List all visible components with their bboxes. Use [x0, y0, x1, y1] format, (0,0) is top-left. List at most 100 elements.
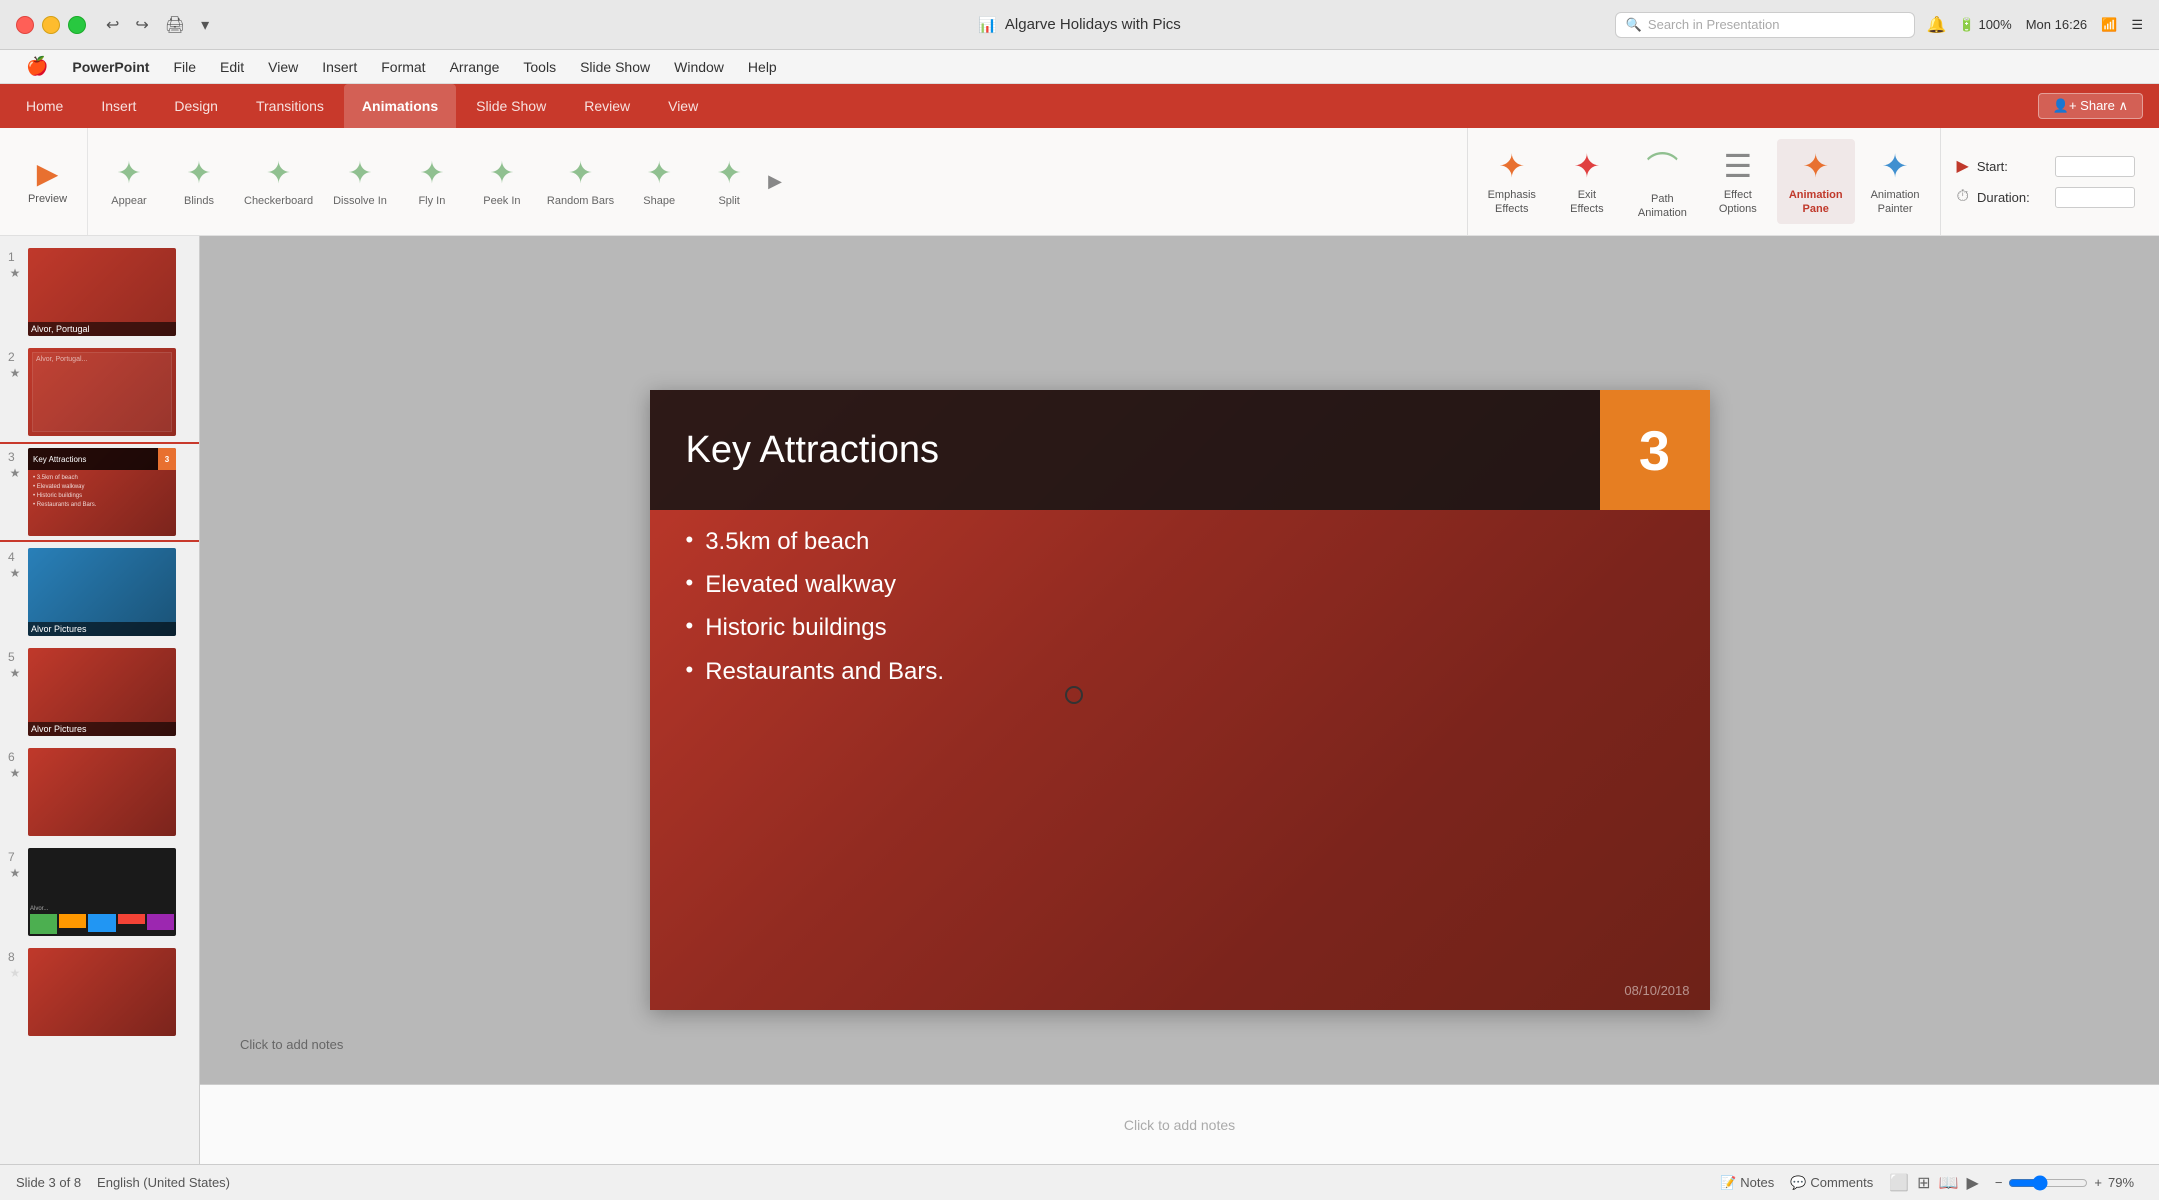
share-button[interactable]: 👤+ Share ∧: [2038, 93, 2143, 119]
language-info: English (United States): [97, 1175, 230, 1190]
zoom-slider[interactable]: [2008, 1175, 2088, 1191]
menu-bar: 🍎 PowerPoint File Edit View Insert Forma…: [0, 50, 2159, 84]
slide-thumb-2[interactable]: Alvor, Portugal...: [28, 348, 176, 436]
effect-options-button[interactable]: ☰ EffectOptions: [1703, 139, 1773, 225]
slide-num-3: 3: [8, 448, 22, 464]
slide-thumb-6[interactable]: [28, 748, 176, 836]
slide-canvas[interactable]: Key Attractions 3 • 3.5km of beach • Ele…: [650, 390, 1710, 1010]
bullet-text-3: Historic buildings: [705, 606, 886, 649]
notes-area[interactable]: Click to add notes: [200, 1084, 2159, 1164]
canvas-area[interactable]: Click to add notes Key Attractions 3 • 3…: [200, 236, 2159, 1164]
play-icon: ▶: [1957, 156, 1969, 176]
bullet-text-4: Restaurants and Bars.: [705, 650, 944, 693]
animations-scroll-right[interactable]: ▶: [764, 167, 786, 196]
slide-title: Key Attractions: [650, 429, 1600, 472]
toolbar-undo-icon[interactable]: ↩: [106, 15, 119, 35]
search-bar-top[interactable]: 🔍 Search in Presentation: [1615, 12, 1915, 38]
bullet-dot-4: •: [686, 650, 694, 690]
menu-tools[interactable]: Tools: [513, 55, 566, 79]
animation-pane-button[interactable]: ✦ AnimationPane: [1777, 139, 1855, 225]
menu-format[interactable]: Format: [371, 55, 435, 79]
tab-transitions[interactable]: Transitions: [238, 84, 342, 128]
animation-painter-button[interactable]: ✦ AnimationPainter: [1859, 139, 1932, 225]
slide-star-5: ★: [10, 666, 21, 680]
slide-star-1: ★: [10, 266, 21, 280]
path-animation-button[interactable]: ⌒ PathAnimation: [1626, 135, 1699, 229]
anim-randombars[interactable]: ✦ Random Bars: [537, 148, 624, 215]
exit-effects-button[interactable]: ✦ ExitEffects: [1552, 139, 1622, 225]
menu-help[interactable]: Help: [738, 55, 787, 79]
normal-view-icon[interactable]: ⬜: [1889, 1173, 1909, 1193]
toolbar-print-icon[interactable]: 🖨: [165, 15, 185, 35]
notifications-icon[interactable]: 🔔: [1927, 15, 1947, 35]
slide-item-8[interactable]: 8 ★: [0, 944, 199, 1040]
slide-sorter-icon[interactable]: ⊞: [1917, 1173, 1930, 1193]
anim-blinds[interactable]: ✦ Blinds: [164, 148, 234, 215]
slide-thumb-3[interactable]: Key Attractions • 3.5km of beach• Elevat…: [28, 448, 176, 536]
zoom-control: − + 79%: [1995, 1175, 2143, 1191]
menu-icon[interactable]: ☰: [2131, 17, 2143, 33]
slide-thumb-5[interactable]: Alvor Pictures: [28, 648, 176, 736]
reading-view-icon[interactable]: 📖: [1939, 1173, 1959, 1193]
slide-item-2[interactable]: 2 ★ Alvor, Portugal...: [0, 344, 199, 440]
toolbar-more-icon[interactable]: ▾: [201, 15, 209, 35]
tab-insert[interactable]: Insert: [83, 84, 154, 128]
notes-placeholder: Click to add notes: [1124, 1117, 1235, 1133]
anim-checkerboard[interactable]: ✦ Checkerboard: [234, 148, 323, 215]
emphasis-effects-button[interactable]: ✦ EmphasisEffects: [1476, 139, 1548, 225]
slide-star-3: ★: [10, 466, 21, 480]
slide-star-6: ★: [10, 766, 21, 780]
animations-row: ✦ Appear ✦ Blinds ✦ Checkerboard ✦ Disso…: [88, 128, 1467, 235]
anim-dissolve[interactable]: ✦ Dissolve In: [323, 148, 397, 215]
close-button[interactable]: [16, 16, 34, 34]
anim-appear[interactable]: ✦ Appear: [94, 148, 164, 215]
menu-file[interactable]: File: [163, 55, 206, 79]
slide-thumb-4[interactable]: Alvor Pictures: [28, 548, 176, 636]
tab-view[interactable]: View: [650, 84, 716, 128]
slide-item-6[interactable]: 6 ★: [0, 744, 199, 840]
menu-insert[interactable]: Insert: [312, 55, 367, 79]
anim-peekin[interactable]: ✦ Peek In: [467, 148, 537, 215]
anim-split[interactable]: ✦ Split: [694, 148, 764, 215]
menu-view[interactable]: View: [258, 55, 308, 79]
status-bar: Slide 3 of 8 English (United States) 📝 N…: [0, 1164, 2159, 1200]
tab-review[interactable]: Review: [566, 84, 648, 128]
duration-label: Duration:: [1977, 190, 2047, 205]
slide-thumb-1[interactable]: Alvor, Portugal: [28, 248, 176, 336]
slide-thumb-7[interactable]: Alvor...: [28, 848, 176, 936]
slide-item-3[interactable]: 3 ★ Key Attractions • 3.5km of beach• El…: [0, 444, 199, 540]
notes-button[interactable]: 📝 Notes: [1720, 1175, 1774, 1191]
menu-window[interactable]: Window: [664, 55, 734, 79]
tab-design[interactable]: Design: [156, 84, 236, 128]
tab-animations[interactable]: Animations: [344, 84, 456, 128]
preview-button[interactable]: ▶ Preview: [22, 153, 73, 210]
slide-item-4[interactable]: 4 ★ Alvor Pictures: [0, 544, 199, 640]
slide-item-5[interactable]: 5 ★ Alvor Pictures: [0, 644, 199, 740]
start-input[interactable]: [2055, 156, 2135, 177]
slide-date: 08/10/2018: [1624, 983, 1689, 998]
zoom-in-icon[interactable]: +: [2094, 1175, 2102, 1190]
menu-arrange[interactable]: Arrange: [440, 55, 510, 79]
menu-edit[interactable]: Edit: [210, 55, 254, 79]
bullet-dot-1: •: [686, 520, 694, 560]
minimize-button[interactable]: [42, 16, 60, 34]
slide-thumb-8[interactable]: [28, 948, 176, 1036]
toolbar-redo-icon[interactable]: ↪: [135, 15, 148, 35]
slide-num-6: 6: [8, 748, 22, 764]
anim-shape[interactable]: ✦ Shape: [624, 148, 694, 215]
zoom-out-icon[interactable]: −: [1995, 1175, 2003, 1190]
anim-flyin[interactable]: ✦ Fly In: [397, 148, 467, 215]
maximize-button[interactable]: [68, 16, 86, 34]
comments-button[interactable]: 💬 Comments: [1790, 1175, 1873, 1191]
duration-input[interactable]: [2055, 187, 2135, 208]
slide-item-7[interactable]: 7 ★ Alvor...: [0, 844, 199, 940]
slideshow-icon[interactable]: ▶: [1967, 1173, 1979, 1193]
slide-item-1[interactable]: 1 ★ Alvor, Portugal: [0, 244, 199, 340]
menu-apple[interactable]: 🍎: [16, 52, 58, 81]
tab-slideshow[interactable]: Slide Show: [458, 84, 564, 128]
slide-info: Slide 3 of 8: [16, 1175, 81, 1190]
bullet-text-2: Elevated walkway: [705, 563, 896, 606]
tab-home[interactable]: Home: [8, 84, 81, 128]
menu-slideshow[interactable]: Slide Show: [570, 55, 660, 79]
menu-powerpoint[interactable]: PowerPoint: [62, 55, 159, 79]
